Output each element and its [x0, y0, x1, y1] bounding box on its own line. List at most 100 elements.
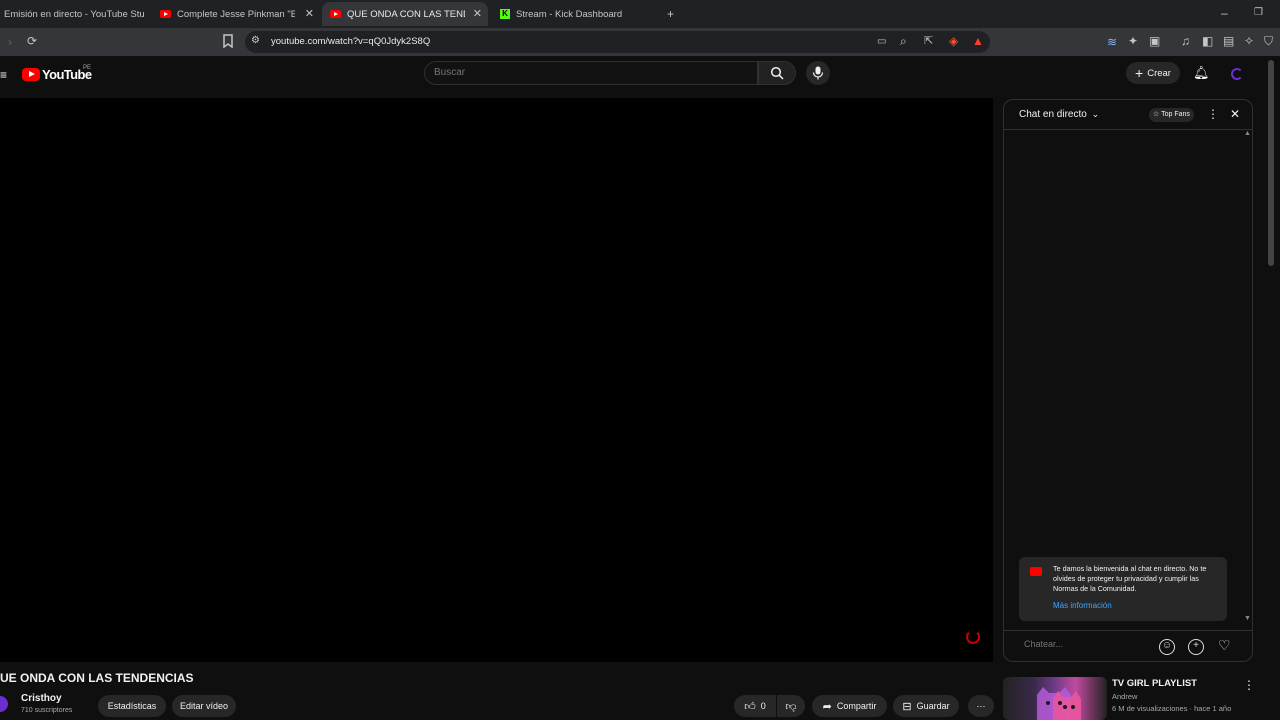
tab-label: Emisión en directo - YouTube Studio: [4, 8, 144, 20]
subscriber-count: 710 suscriptores: [21, 707, 73, 714]
edit-video-label: Editar vídeo: [179, 701, 229, 711]
microphone-icon: [812, 66, 824, 80]
tab-label: QUE ONDA CON LAS TENDENCI: [347, 8, 465, 20]
tab-kick-dashboard[interactable]: K Stream - Kick Dashboard: [492, 2, 658, 26]
video-title: UE ONDA CON LAS TENDENCIAS: [0, 671, 194, 685]
tab-jesse-pinkman[interactable]: Complete Jesse Pinkman "BITCH ✕: [152, 2, 320, 26]
chat-input[interactable]: [1024, 639, 1144, 649]
plus-icon: +: [1135, 65, 1144, 81]
chevron-down-icon: ⌄: [1091, 109, 1100, 119]
chat-header: Chat en directo ⌄ ☆ Top Fans ⋮ ✕: [1004, 100, 1252, 130]
recommendation-thumbnail[interactable]: [1003, 677, 1107, 720]
search-button[interactable]: [758, 61, 796, 85]
new-tab-icon[interactable]: +: [667, 7, 674, 21]
tab-label: Complete Jesse Pinkman "BITCH: [177, 8, 295, 20]
channel-name[interactable]: Cristhoy: [21, 693, 62, 704]
forward-icon[interactable]: ›: [8, 35, 12, 49]
brave-shields-icon[interactable]: ◈: [949, 34, 958, 48]
more-info-link[interactable]: Más información: [1053, 601, 1112, 610]
youtube-logo[interactable]: YouTube: [22, 67, 92, 82]
tab-label: Stream - Kick Dashboard: [516, 8, 623, 20]
menu-icon[interactable]: ≡: [0, 68, 7, 82]
wallet-icon[interactable]: ▣: [1149, 34, 1160, 48]
more-actions-button[interactable]: ⋯: [968, 695, 994, 717]
top-fans-button[interactable]: ☆ Top Fans: [1149, 108, 1194, 122]
top-fans-label: Top Fans: [1161, 111, 1190, 118]
share-icon: ➦: [822, 700, 832, 713]
url-text: youtube.com/watch?v=qQ0Jdyk2S8Q: [271, 36, 431, 47]
save-label: Guardar: [916, 701, 950, 711]
live-chat-panel: Chat en directo ⌄ ☆ Top Fans ⋮ ✕ ▲ Te da…: [1003, 99, 1253, 662]
close-tab-icon[interactable]: ✕: [473, 7, 482, 20]
country-code: PE: [83, 65, 92, 71]
save-icon: ⊟: [902, 700, 912, 713]
restore-window-icon[interactable]: ❐: [1254, 6, 1263, 20]
create-button[interactable]: + Crear: [1126, 62, 1180, 84]
scroll-down-icon[interactable]: ▼: [1244, 615, 1251, 622]
welcome-text: Te damos la bienvenida al chat en direct…: [1053, 564, 1207, 593]
sidebar-icon[interactable]: ◧: [1202, 34, 1213, 48]
brave-rewards-icon[interactable]: ▲: [972, 34, 984, 48]
scroll-up-icon[interactable]: ▲: [1244, 130, 1251, 137]
loading-spinner-icon: [966, 630, 980, 644]
notifications-bell-icon[interactable]: 🔔︎: [1193, 66, 1210, 80]
media-icon[interactable]: ♫: [1181, 34, 1190, 48]
bookmark-icon[interactable]: [222, 34, 234, 51]
channel-avatar[interactable]: [0, 696, 8, 712]
like-button[interactable]: 👍︎ 0: [734, 695, 776, 717]
thumbs-down-icon: 👎︎: [785, 700, 797, 713]
voice-search-button[interactable]: [806, 61, 830, 85]
tab-youtube-studio[interactable]: Emisión en directo - YouTube Studio: [4, 2, 144, 26]
browser-toolbar: › ⟳ ⚙ youtube.com/watch?v=qQ0Jdyk2S8Q ▭ …: [0, 28, 1280, 56]
dislike-button[interactable]: 👎︎: [777, 695, 805, 717]
reload-icon[interactable]: ⟳: [27, 34, 37, 48]
add-icon[interactable]: +: [1188, 639, 1204, 655]
site-info-icon[interactable]: ⚙: [251, 34, 260, 48]
page-scrollbar[interactable]: [1268, 60, 1274, 266]
avatar[interactable]: [1231, 68, 1243, 80]
statistics-button[interactable]: Estadísticas: [98, 695, 166, 717]
statistics-label: Estadísticas: [107, 701, 157, 711]
youtube-favicon-icon: [160, 10, 171, 18]
thumbs-up-icon: 👍︎: [744, 700, 756, 713]
video-player[interactable]: [0, 98, 993, 662]
like-count: 0: [760, 701, 766, 711]
recommendation-menu-icon[interactable]: ⋮: [1243, 678, 1255, 692]
more-options-icon[interactable]: ⋮: [1207, 107, 1219, 121]
close-chat-icon[interactable]: ✕: [1230, 107, 1240, 121]
chat-title: Chat en directo: [1019, 109, 1087, 120]
recommendation-title[interactable]: TV GIRL PLAYLIST: [1112, 678, 1197, 689]
star-icon: ☆: [1153, 111, 1160, 118]
emoji-icon[interactable]: ☺: [1159, 639, 1175, 655]
welcome-message: Te damos la bienvenida al chat en direct…: [1019, 557, 1227, 621]
youtube-play-icon: [22, 68, 40, 81]
cast-icon[interactable]: ▭: [877, 35, 886, 49]
more-horizontal-icon: ⋯: [976, 700, 986, 711]
search-box[interactable]: [424, 61, 758, 85]
close-tab-icon[interactable]: ✕: [305, 7, 314, 20]
brave-wallet-icon[interactable]: ▤: [1223, 34, 1234, 48]
chat-input-row: ☺ + ♡: [1004, 630, 1252, 662]
address-bar[interactable]: ⚙ youtube.com/watch?v=qQ0Jdyk2S8Q ▭ ⌕ ⇱ …: [245, 31, 990, 53]
kick-favicon-icon: K: [500, 9, 510, 19]
leo-ai-icon[interactable]: ✧: [1244, 34, 1254, 48]
edit-video-button[interactable]: Editar vídeo: [172, 695, 236, 717]
cat-illustration: [1037, 687, 1081, 720]
sound-wave-icon[interactable]: ≋: [1107, 35, 1117, 49]
share-button[interactable]: ➦ Compartir: [812, 695, 887, 717]
search-input[interactable]: [434, 67, 734, 78]
recommendation-author: Andrew: [1112, 692, 1138, 701]
minimize-window-icon[interactable]: –: [1221, 6, 1228, 20]
vpn-icon[interactable]: ⛉: [1264, 34, 1273, 48]
tab-que-onda[interactable]: QUE ONDA CON LAS TENDENCI ✕: [322, 2, 488, 26]
chat-mode-selector[interactable]: Chat en directo ⌄: [1019, 109, 1099, 120]
extensions-icon[interactable]: ✦: [1128, 34, 1138, 48]
share-label: Compartir: [836, 701, 877, 711]
recommendation-meta: 6 M de visualizaciones · hace 1 año: [1112, 704, 1232, 713]
create-label: Crear: [1147, 67, 1171, 79]
heart-icon[interactable]: ♡: [1218, 637, 1231, 654]
youtube-favicon-icon: [330, 10, 341, 18]
save-button[interactable]: ⊟ Guardar: [893, 695, 959, 717]
share-page-icon[interactable]: ⇱: [924, 34, 933, 48]
zoom-icon[interactable]: ⌕: [900, 34, 907, 48]
